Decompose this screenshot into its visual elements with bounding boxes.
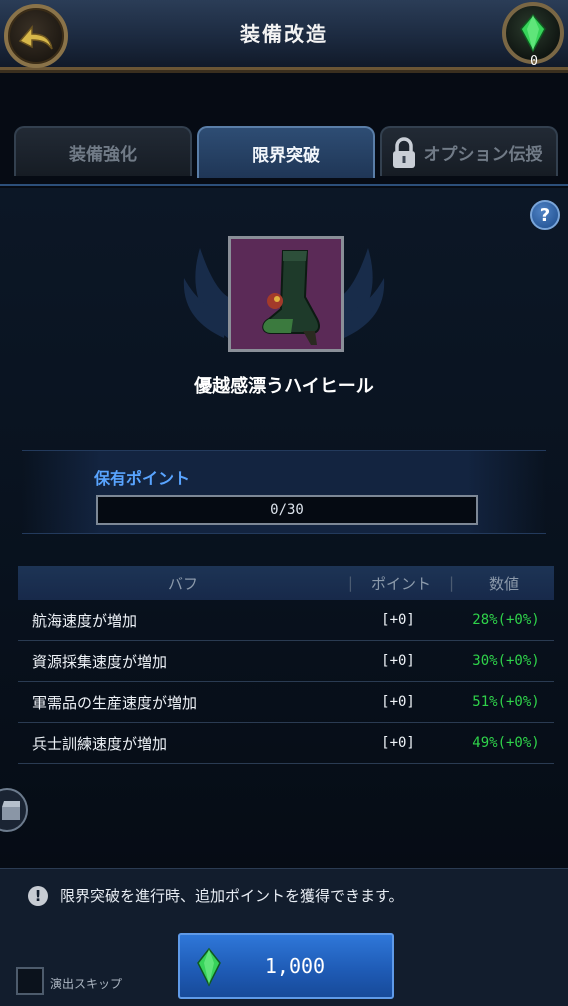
- column-header-buff: バフ: [167, 574, 198, 593]
- tab-label: 装備強化: [69, 144, 137, 165]
- tab-option-transfer[interactable]: オプション伝授: [380, 126, 558, 176]
- points-label: 保有ポイント: [94, 469, 191, 488]
- item-name: 優越感漂うハイヒール: [194, 376, 374, 397]
- gem-icon: [520, 13, 546, 53]
- buff-table: バフ | ポイント | 数値 航海速度が増加 [+0] 28%(+0%) 資源採…: [18, 566, 554, 764]
- buff-point: [+0]: [381, 653, 415, 669]
- notice: ! 限界突破を進行時、追加ポイントを獲得できます。: [28, 885, 404, 906]
- gem-icon: [197, 947, 221, 987]
- buff-name: 軍需品の生産速度が増加: [32, 693, 198, 712]
- limit-break-button[interactable]: 1,000: [178, 933, 394, 999]
- table-row: 軍需品の生産速度が増加 [+0] 51%(+0%): [18, 682, 554, 723]
- item-slot[interactable]: [228, 236, 344, 352]
- table-row: 資源採集速度が増加 [+0] 30%(+0%): [18, 641, 554, 682]
- lock-icon: [393, 137, 415, 168]
- table-row: 兵士訓練速度が増加 [+0] 49%(+0%): [18, 723, 554, 764]
- exclamation-icon: !: [28, 885, 48, 906]
- button-cost: 1,000: [264, 954, 326, 978]
- points-panel: 保有ポイント 0/30: [22, 450, 546, 534]
- tab-equipment-enhance[interactable]: 装備強化: [14, 126, 192, 176]
- points-value: 0/30: [270, 502, 304, 518]
- tab-bar: 装備強化 限界突破 オプション伝授: [0, 126, 568, 186]
- buff-point: [+0]: [381, 612, 415, 628]
- skip-animation-checkbox[interactable]: [16, 967, 44, 995]
- table-row: 航海速度が増加 [+0] 28%(+0%): [18, 600, 554, 641]
- buff-name: 兵士訓練速度が増加: [32, 734, 168, 753]
- buff-point: [+0]: [381, 735, 415, 751]
- gem-count: 0: [530, 54, 538, 69]
- top-bar: 装備改造 0: [0, 0, 568, 73]
- buff-value: 30%(+0%): [472, 653, 540, 669]
- buff-value: 51%(+0%): [472, 694, 540, 710]
- buff-name: 航海速度が増加: [32, 611, 138, 630]
- column-header-value: 数値: [489, 574, 520, 593]
- boot-icon: [231, 239, 341, 349]
- item-display: [0, 228, 568, 358]
- buff-name: 資源採集速度が増加: [32, 652, 168, 671]
- buff-value: 28%(+0%): [472, 612, 540, 628]
- buff-point: [+0]: [381, 694, 415, 710]
- skip-animation-label: 演出スキップ: [50, 977, 123, 991]
- page-title: 装備改造: [240, 22, 328, 46]
- table-header: バフ | ポイント | 数値: [18, 566, 554, 600]
- tab-label: オプション伝授: [423, 144, 543, 165]
- buff-value: 49%(+0%): [472, 735, 540, 751]
- notice-text: 限界突破を進行時、追加ポイントを獲得できます。: [60, 887, 404, 905]
- tab-label: 限界突破: [252, 145, 320, 166]
- footer-panel: ! 限界突破を進行時、追加ポイントを獲得できます。 演出スキップ 1,000: [0, 868, 568, 1006]
- tab-limit-break[interactable]: 限界突破: [197, 126, 375, 178]
- column-header-point: ポイント: [370, 574, 431, 593]
- video-replay-button[interactable]: [0, 788, 28, 832]
- points-progress-bar: 0/30: [96, 495, 478, 525]
- help-icon: ?: [539, 204, 551, 226]
- help-button[interactable]: ?: [530, 200, 560, 230]
- main-panel: ? 優越感漂うハイヒール 保有ポイント 0/30 バフ | ポイント | 数値 …: [0, 188, 568, 868]
- clapperboard-icon: [2, 801, 20, 820]
